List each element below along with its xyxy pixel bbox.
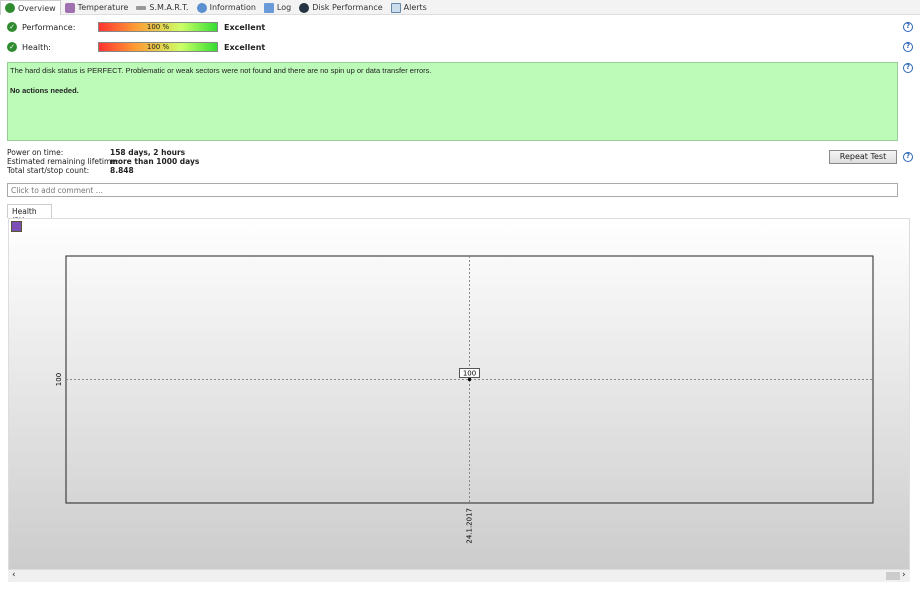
data-point (467, 377, 472, 382)
horizontal-scrollbar[interactable]: ‹ › (8, 570, 910, 582)
scroll-right-icon[interactable]: › (902, 570, 906, 580)
scroll-left-icon[interactable]: ‹ (12, 570, 16, 580)
scroll-thumb[interactable] (886, 572, 900, 580)
y-tick-label: 100 (55, 373, 63, 386)
x-tick-label: 24.1.2017 (466, 508, 474, 544)
health-chart: 100 100 24.1.2017 (55, 255, 874, 544)
data-label: 100 (463, 370, 476, 378)
